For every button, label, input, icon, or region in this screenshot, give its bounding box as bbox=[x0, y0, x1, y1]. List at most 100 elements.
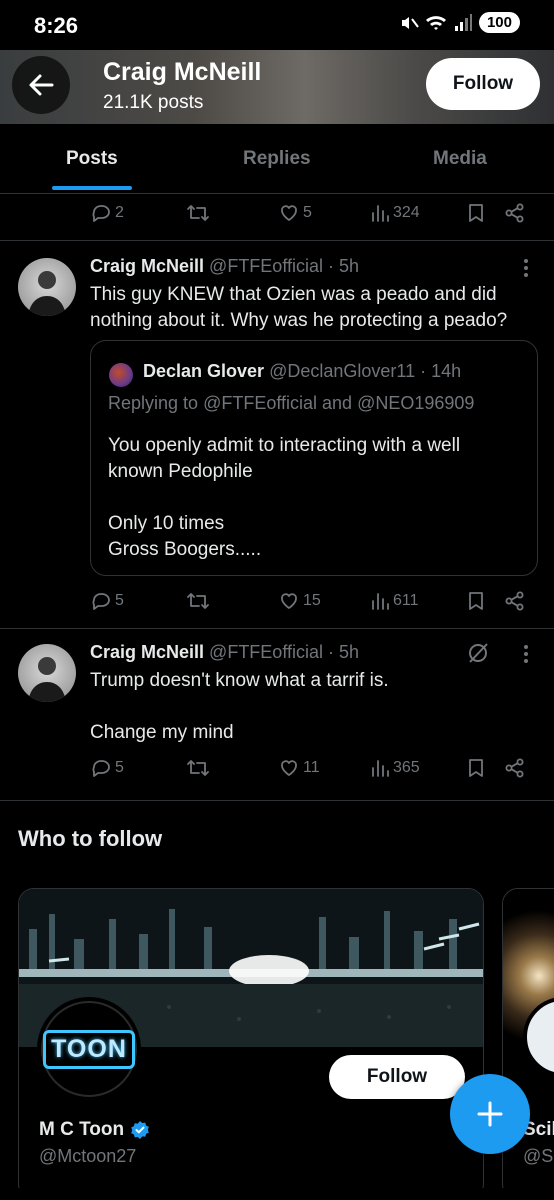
replying-to: Replying to @FTFEofficial and @NEO196909 bbox=[108, 393, 474, 414]
tweet-header: Craig McNeill @FTFEofficial · 5h bbox=[90, 256, 359, 277]
replying-to-prefix: Replying to bbox=[108, 393, 204, 413]
bookmark-icon bbox=[469, 204, 483, 222]
grok-icon[interactable] bbox=[466, 641, 490, 665]
reply-button[interactable]: 5 bbox=[90, 590, 124, 612]
views-button[interactable]: 611 bbox=[370, 590, 419, 612]
views-button[interactable]: 324 bbox=[370, 202, 420, 224]
like-button[interactable]: 15 bbox=[278, 590, 321, 612]
share-icon bbox=[505, 591, 524, 611]
person-photo bbox=[28, 271, 66, 316]
author-meta: @FTFEofficial · 5h bbox=[209, 642, 360, 662]
like-count: 5 bbox=[303, 204, 312, 221]
battery-indicator: 100 bbox=[478, 12, 520, 33]
avatar[interactable] bbox=[18, 258, 76, 316]
bookmark-button[interactable] bbox=[466, 202, 486, 224]
views-icon bbox=[372, 593, 389, 610]
person-photo bbox=[28, 657, 66, 702]
status-icons: 100 bbox=[399, 12, 520, 33]
views-button[interactable]: 365 bbox=[370, 757, 420, 779]
toon-logo: TOON bbox=[43, 1029, 135, 1069]
signal-icon bbox=[454, 13, 472, 31]
status-time: 8:26 bbox=[34, 13, 79, 38]
replying-to-and: and bbox=[317, 393, 358, 413]
reply-button[interactable]: 5 bbox=[90, 757, 124, 779]
share-button[interactable] bbox=[504, 590, 526, 612]
author-meta: @FTFEofficial · 5h bbox=[209, 256, 360, 276]
reply-icon bbox=[92, 593, 110, 610]
view-count: 611 bbox=[393, 592, 419, 609]
card-avatar-image: TOON bbox=[41, 1001, 137, 1097]
share-icon bbox=[505, 758, 524, 778]
mention-link[interactable]: @FTFEofficial bbox=[203, 393, 317, 413]
mention-link[interactable]: @NEO196909 bbox=[357, 393, 474, 413]
like-button[interactable]: 5 bbox=[278, 202, 312, 224]
mute-icon bbox=[401, 16, 419, 29]
tweet-actions: 5 15 611 bbox=[90, 590, 530, 620]
arrow-left-icon bbox=[29, 74, 54, 96]
card-handle: @Mctoon27 bbox=[39, 1146, 137, 1166]
author-name[interactable]: Craig McNeill bbox=[90, 256, 204, 276]
repost-button[interactable] bbox=[186, 202, 210, 224]
share-icon bbox=[505, 203, 524, 223]
quote-text: You openly admit to interacting with a w… bbox=[108, 433, 518, 563]
repost-button[interactable] bbox=[186, 590, 210, 612]
views-icon bbox=[372, 760, 389, 777]
reply-icon bbox=[92, 760, 110, 777]
heart-icon bbox=[281, 593, 297, 609]
quote-header: Declan Glover @DeclanGlover11 · 14h bbox=[143, 361, 461, 382]
like-count: 11 bbox=[303, 759, 320, 776]
card-handle: @Sc bbox=[523, 1146, 554, 1166]
card-avatar[interactable]: TOON bbox=[37, 997, 141, 1101]
tweet-text: Trump doesn't know what a tarrif is. Cha… bbox=[90, 668, 530, 746]
follow-suggestion-card[interactable]: TOON Follow M C Toon @Mctoon27 bbox=[18, 888, 484, 1200]
tab-replies[interactable]: Replies bbox=[243, 148, 311, 170]
reply-button[interactable]: 2 bbox=[90, 202, 124, 224]
quote-line: Gross Boogers..... bbox=[108, 539, 262, 560]
back-button[interactable] bbox=[12, 56, 70, 114]
quoted-tweet[interactable]: Declan Glover @DeclanGlover11 · 14h Repl… bbox=[90, 340, 538, 576]
more-options-icon[interactable] bbox=[522, 645, 530, 666]
tweet-line: Change my mind bbox=[90, 722, 234, 743]
reply-count: 5 bbox=[115, 592, 124, 609]
repost-icon bbox=[187, 205, 209, 221]
compose-button[interactable] bbox=[450, 1074, 530, 1154]
views-icon bbox=[372, 205, 389, 222]
view-count: 324 bbox=[393, 204, 420, 221]
reply-icon bbox=[92, 205, 110, 222]
status-bar: 8:26 100 bbox=[0, 0, 554, 50]
profile-tabs: Posts Replies Media bbox=[0, 124, 554, 194]
repost-button[interactable] bbox=[186, 757, 210, 779]
bookmark-icon bbox=[469, 592, 483, 610]
follow-button[interactable]: Follow bbox=[426, 58, 540, 110]
follow-button[interactable]: Follow bbox=[329, 1055, 465, 1099]
card-name-text: M C Toon bbox=[39, 1119, 125, 1140]
tab-media[interactable]: Media bbox=[433, 148, 487, 170]
share-button[interactable] bbox=[504, 757, 526, 779]
view-count: 365 bbox=[393, 759, 420, 776]
author-name[interactable]: Craig McNeill bbox=[90, 642, 204, 662]
like-button[interactable]: 11 bbox=[278, 757, 320, 779]
profile-header: Craig McNeill 21.1K posts Follow bbox=[0, 44, 554, 124]
verified-badge-icon bbox=[131, 1121, 149, 1139]
follow-suggestion-card[interactable]: Scil @Sc bbox=[502, 888, 554, 1200]
tab-posts[interactable]: Posts bbox=[66, 148, 118, 170]
tweet-actions: 5 11 365 bbox=[90, 757, 530, 787]
heart-icon bbox=[281, 205, 297, 221]
bottom-edge bbox=[0, 1188, 554, 1200]
bookmark-icon bbox=[469, 759, 483, 777]
avatar[interactable] bbox=[18, 644, 76, 702]
card-name[interactable]: M C Toon bbox=[39, 1119, 150, 1141]
share-button[interactable] bbox=[504, 202, 526, 224]
divider bbox=[0, 240, 554, 241]
bookmark-button[interactable] bbox=[466, 757, 486, 779]
bookmark-button[interactable] bbox=[466, 590, 486, 612]
quote-author-meta: @DeclanGlover11 · 14h bbox=[269, 361, 462, 381]
plus-icon bbox=[477, 1101, 503, 1127]
tweet-text: This guy KNEW that Ozien was a peado and… bbox=[90, 284, 508, 331]
heart-icon bbox=[281, 760, 297, 776]
quote-avatar bbox=[109, 363, 133, 387]
quote-author-name: Declan Glover bbox=[143, 361, 265, 381]
repost-icon bbox=[187, 760, 209, 776]
more-options-icon[interactable] bbox=[522, 259, 530, 280]
post-count: 21.1K posts bbox=[103, 92, 204, 113]
